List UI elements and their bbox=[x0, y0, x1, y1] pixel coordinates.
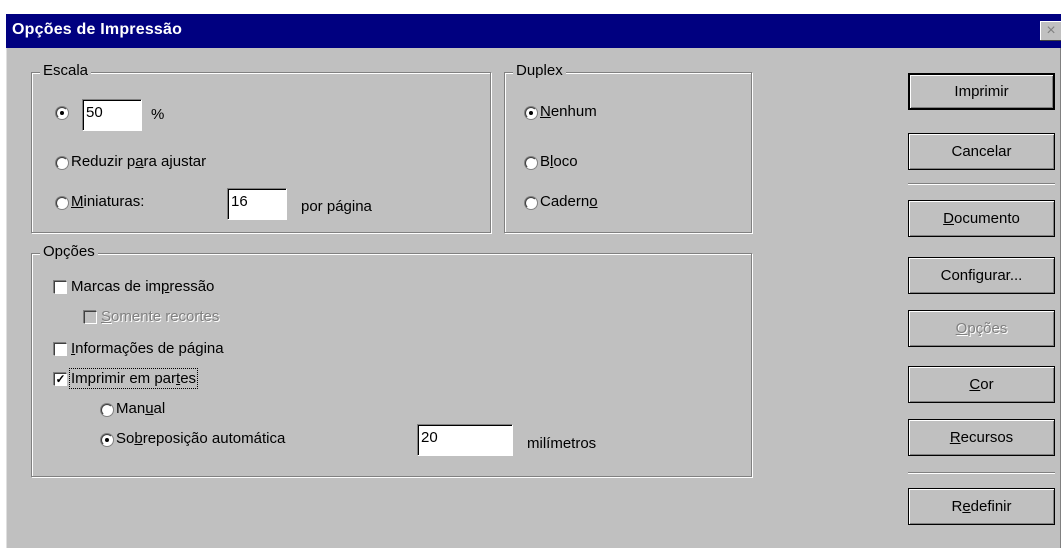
button-separator-bottom bbox=[908, 472, 1055, 474]
setup-button[interactable]: Configurar... bbox=[908, 257, 1055, 294]
page-info-label[interactable]: Informações de página bbox=[71, 340, 224, 357]
tile-manual-radio[interactable] bbox=[101, 404, 113, 416]
close-button[interactable]: × bbox=[1040, 21, 1061, 41]
overlap-unit-label: milímetros bbox=[527, 435, 597, 452]
cancel-button[interactable]: Cancelar bbox=[908, 133, 1055, 170]
reduce-to-fit-radio[interactable] bbox=[56, 157, 68, 169]
resources-button[interactable]: Recursos bbox=[908, 419, 1055, 456]
print-marks-label[interactable]: Marcas de impressão bbox=[71, 278, 214, 295]
overlap-input[interactable]: 20 bbox=[417, 424, 513, 456]
options-group-legend: Opções bbox=[40, 243, 98, 260]
options-button: Opções bbox=[908, 310, 1055, 347]
thumbnails-label[interactable]: Miniaturas: bbox=[71, 193, 144, 210]
scale-group-legend: Escala bbox=[40, 62, 92, 79]
title-bar[interactable]: Opções de Impressão × bbox=[6, 14, 1061, 48]
tile-manual-label[interactable]: Manual bbox=[116, 400, 165, 417]
duplex-book-label[interactable]: Caderno bbox=[540, 193, 598, 210]
tile-auto-overlap-label[interactable]: Sobreposição automática bbox=[116, 430, 285, 447]
print-marks-checkbox[interactable] bbox=[54, 281, 67, 294]
button-separator-top bbox=[908, 183, 1055, 185]
document-button[interactable]: Documento bbox=[908, 200, 1055, 237]
scale-group: Escala 50 % Reduzir para ajustar Miniatu… bbox=[31, 62, 491, 233]
duplex-none-radio[interactable] bbox=[525, 107, 537, 119]
reset-button[interactable]: Redefinir bbox=[908, 488, 1055, 525]
scale-percent-input[interactable]: 50 bbox=[82, 99, 142, 131]
reduce-to-fit-label[interactable]: Reduzir para ajustar bbox=[71, 153, 206, 170]
color-button[interactable]: Cor bbox=[908, 366, 1055, 403]
duplex-group-legend: Duplex bbox=[513, 62, 566, 79]
tile-print-label[interactable]: Imprimir em partes bbox=[68, 368, 199, 389]
duplex-none-label[interactable]: Nenhum bbox=[540, 103, 597, 120]
print-button[interactable]: Imprimir bbox=[908, 73, 1055, 110]
duplex-block-radio[interactable] bbox=[525, 157, 537, 169]
window-title: Opções de Impressão bbox=[12, 21, 183, 38]
thumbnails-radio[interactable] bbox=[56, 197, 68, 209]
percent-sign: % bbox=[151, 106, 165, 123]
duplex-book-radio[interactable] bbox=[525, 197, 537, 209]
crops-only-checkbox bbox=[84, 311, 97, 324]
per-page-label: por página bbox=[301, 198, 372, 215]
tile-auto-overlap-radio[interactable] bbox=[101, 434, 113, 446]
duplex-group: Duplex Nenhum Bloco Caderno bbox=[504, 62, 752, 233]
duplex-block-label[interactable]: Bloco bbox=[540, 153, 578, 170]
tile-print-checkbox[interactable]: ✓ bbox=[54, 373, 67, 386]
thumbnails-per-page-input[interactable]: 16 bbox=[227, 188, 287, 220]
scale-percent-radio[interactable] bbox=[56, 107, 68, 119]
print-options-dialog: Opções de Impressão × Escala 50 % Reduzi… bbox=[6, 14, 1061, 548]
crops-only-label: Somente recortes bbox=[101, 308, 220, 325]
options-group: Opções Marcas de impressão Somente recor… bbox=[31, 243, 752, 477]
page-info-checkbox[interactable] bbox=[54, 343, 67, 356]
